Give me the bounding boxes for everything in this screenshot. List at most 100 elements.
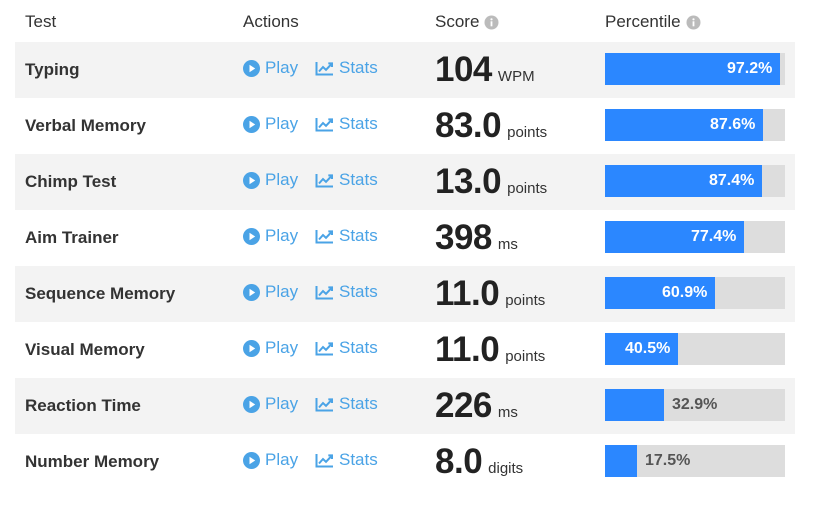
- play-button[interactable]: Play: [243, 114, 298, 134]
- play-button[interactable]: Play: [243, 394, 298, 414]
- play-label: Play: [265, 450, 299, 469]
- table-row: Visual Memory Play Stats 11.0 points 40.…: [15, 322, 795, 378]
- stats-label: Stats: [339, 170, 378, 189]
- stats-label: Stats: [339, 58, 378, 77]
- play-icon: [243, 59, 260, 77]
- percentile-bar: 40.5%: [605, 333, 785, 365]
- percentile-bar: 32.9%: [605, 389, 785, 421]
- score-value: 8.0: [435, 442, 483, 481]
- results-table: Typing Play Stats 104 WPM 97.2% Verbal M…: [15, 42, 795, 490]
- percentile-label: 60.9%: [662, 284, 708, 301]
- play-icon: [243, 339, 260, 357]
- play-icon: [243, 171, 260, 189]
- play-button[interactable]: Play: [243, 170, 298, 190]
- play-label: Play: [265, 170, 299, 189]
- score-unit: points: [505, 292, 546, 309]
- score: 11.0 points: [435, 274, 545, 314]
- score: 13.0 points: [435, 162, 547, 202]
- table-row: Typing Play Stats 104 WPM 97.2%: [15, 42, 795, 98]
- score-value: 13.0: [435, 162, 502, 201]
- play-button[interactable]: Play: [243, 58, 298, 78]
- table-header: Test Actions Score Percentile: [0, 0, 813, 42]
- header-score: Score: [435, 12, 499, 32]
- score-unit: points: [505, 348, 546, 365]
- play-button[interactable]: Play: [243, 226, 298, 246]
- chart-icon: [315, 397, 333, 411]
- test-name: Reaction Time: [25, 396, 141, 415]
- chart-icon: [315, 229, 333, 243]
- stats-button[interactable]: Stats: [315, 58, 378, 78]
- percentile-label: 32.9%: [672, 396, 718, 413]
- score-unit: ms: [497, 236, 518, 253]
- stats-button[interactable]: Stats: [315, 450, 378, 470]
- play-label: Play: [265, 58, 299, 77]
- percentile-bar: 97.2%: [605, 53, 785, 85]
- score-unit: ms: [497, 404, 518, 421]
- percentile-bar: 87.6%: [605, 109, 785, 141]
- score-unit: digits: [488, 460, 524, 477]
- play-label: Play: [265, 282, 299, 301]
- percentile-bar-fill: [605, 445, 637, 477]
- percentile-bar-fill: [605, 389, 664, 421]
- header-score-label: Score: [435, 12, 480, 31]
- stats-label: Stats: [339, 450, 378, 469]
- score-value: 83.0: [435, 106, 502, 145]
- test-name: Number Memory: [25, 452, 160, 471]
- play-button[interactable]: Play: [243, 282, 298, 302]
- table-row: Number Memory Play Stats 8.0 digits 17.5…: [15, 434, 795, 490]
- percentile-bar: 60.9%: [605, 277, 785, 309]
- stats-button[interactable]: Stats: [315, 282, 378, 302]
- play-label: Play: [265, 226, 299, 245]
- table-row: Aim Trainer Play Stats 398 ms 77.4%: [15, 210, 795, 266]
- stats-button[interactable]: Stats: [315, 226, 378, 246]
- score-unit: points: [507, 180, 548, 197]
- test-name: Typing: [25, 60, 80, 79]
- test-name: Visual Memory: [25, 340, 145, 359]
- score: 11.0 points: [435, 330, 545, 370]
- test-name: Sequence Memory: [25, 284, 176, 303]
- stats-label: Stats: [339, 282, 378, 301]
- play-icon: [243, 115, 260, 133]
- header-test: Test: [25, 12, 57, 31]
- score: 104 WPM: [435, 50, 535, 90]
- table-row: Verbal Memory Play Stats 83.0 points 87.…: [15, 98, 795, 154]
- chart-icon: [315, 453, 333, 467]
- chart-icon: [315, 61, 333, 75]
- play-icon: [243, 227, 260, 245]
- score: 83.0 points: [435, 106, 547, 146]
- play-icon: [243, 283, 260, 301]
- stats-label: Stats: [339, 114, 378, 133]
- stats-button[interactable]: Stats: [315, 170, 378, 190]
- score: 226 ms: [435, 386, 518, 426]
- percentile-label: 40.5%: [625, 340, 671, 357]
- percentile-label: 17.5%: [645, 452, 691, 469]
- play-label: Play: [265, 394, 299, 413]
- table-row: Sequence Memory Play Stats 11.0 points 6…: [15, 266, 795, 322]
- percentile-bar: 87.4%: [605, 165, 785, 197]
- info-icon[interactable]: [484, 15, 499, 30]
- score-unit: points: [507, 124, 548, 141]
- score-value: 11.0: [435, 274, 500, 313]
- stats-button[interactable]: Stats: [315, 114, 378, 134]
- info-icon[interactable]: [686, 15, 701, 30]
- score-value: 11.0: [435, 330, 500, 369]
- stats-label: Stats: [339, 338, 378, 357]
- stats-button[interactable]: Stats: [315, 338, 378, 358]
- stats-button[interactable]: Stats: [315, 394, 378, 414]
- stats-label: Stats: [339, 394, 378, 413]
- test-name: Chimp Test: [25, 172, 117, 191]
- test-name: Verbal Memory: [25, 116, 146, 135]
- score: 398 ms: [435, 218, 518, 258]
- percentile-bar: 77.4%: [605, 221, 785, 253]
- header-percentile-label: Percentile: [605, 12, 681, 31]
- play-icon: [243, 451, 260, 469]
- percentile-label: 87.6%: [710, 116, 756, 133]
- table-row: Reaction Time Play Stats 226 ms 32.9%: [15, 378, 795, 434]
- score-value: 104: [435, 50, 492, 89]
- chart-icon: [315, 285, 333, 299]
- score-unit: WPM: [497, 68, 535, 85]
- score-value: 226: [435, 386, 492, 425]
- score: 8.0 digits: [435, 442, 523, 482]
- play-button[interactable]: Play: [243, 338, 298, 358]
- play-button[interactable]: Play: [243, 450, 298, 470]
